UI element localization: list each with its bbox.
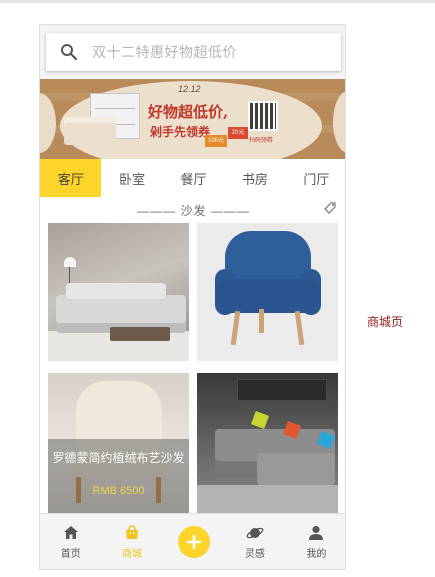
coffee-table-image bbox=[110, 327, 170, 341]
product-card-featured[interactable]: 罗德蒙简约植绒布艺沙发 RMB 6500 bbox=[48, 373, 189, 513]
search-placeholder[interactable]: 双十二特惠好物超低价 bbox=[92, 42, 237, 62]
qr-code-label: 扫码领券 bbox=[249, 138, 274, 144]
tab-entrance[interactable]: 门厅 bbox=[286, 159, 345, 197]
banner-slogan-line2: 剁手先领券 bbox=[150, 125, 211, 139]
nav-profile[interactable]: 我的 bbox=[286, 514, 345, 569]
wall-shelf-image bbox=[237, 379, 327, 401]
product-name: 罗德蒙简约植绒布艺沙发 bbox=[52, 451, 185, 465]
nav-label: 商城 bbox=[122, 549, 143, 560]
rug-image bbox=[197, 485, 338, 513]
product-card[interactable] bbox=[197, 373, 338, 513]
pillow-image bbox=[251, 411, 269, 429]
search-icon bbox=[61, 44, 78, 61]
page-annotation: 商城页 bbox=[367, 315, 404, 329]
banner-coupon-1: 100元 bbox=[205, 135, 227, 147]
banner-towels-image bbox=[64, 123, 116, 145]
window-top-bar bbox=[0, 0, 435, 3]
plus-icon bbox=[186, 534, 201, 550]
section-header: ——— 沙发 ——— bbox=[40, 197, 345, 221]
banner-coupon-2: 20元 bbox=[228, 127, 248, 139]
phone-frame: 双十二特惠好物超低价 12.12 好物超低价, 剁手先领券 100元 20元 扫… bbox=[39, 24, 346, 570]
banner-date: 12.12 bbox=[178, 84, 201, 94]
banner-slogan-line1: 好物超低价, bbox=[148, 103, 229, 121]
lamp-image bbox=[64, 257, 76, 267]
nav-home[interactable]: 首页 bbox=[40, 514, 101, 569]
category-tabs: 客厅 卧室 餐厅 书房 门厅 bbox=[40, 159, 345, 197]
sectional-chaise-image bbox=[257, 453, 335, 485]
chair-leg-image bbox=[259, 309, 264, 333]
product-card[interactable] bbox=[197, 223, 338, 361]
nav-label: 我的 bbox=[306, 549, 327, 560]
search-area: 双十二特惠好物超低价 bbox=[40, 25, 345, 79]
search-box[interactable]: 双十二特惠好物超低价 bbox=[46, 33, 341, 71]
chair-leg-image bbox=[230, 310, 241, 346]
banner-decor-left bbox=[40, 93, 56, 153]
tab-dining-room[interactable]: 餐厅 bbox=[163, 159, 224, 197]
nav-label: 首页 bbox=[60, 549, 81, 560]
plus-button[interactable] bbox=[177, 526, 210, 558]
product-price: RMB 6500 bbox=[92, 485, 145, 497]
user-icon bbox=[309, 525, 324, 540]
shop-icon bbox=[126, 525, 139, 539]
section-title: ——— 沙发 ——— bbox=[137, 204, 250, 218]
chair-leg-image bbox=[294, 310, 305, 346]
tab-study[interactable]: 书房 bbox=[224, 159, 285, 197]
qr-code-icon bbox=[248, 101, 278, 131]
tag-icon[interactable] bbox=[323, 201, 337, 215]
armchair-seat-image bbox=[217, 279, 319, 313]
nav-label: 灵感 bbox=[244, 549, 265, 560]
promo-banner[interactable]: 12.12 好物超低价, 剁手先领券 100元 20元 扫码领券 bbox=[40, 79, 345, 159]
tab-living-room[interactable]: 客厅 bbox=[40, 159, 102, 197]
planet-icon bbox=[246, 527, 264, 539]
home-icon bbox=[63, 526, 78, 539]
nav-shop[interactable]: 商城 bbox=[101, 514, 162, 569]
tab-bedroom[interactable]: 卧室 bbox=[101, 159, 162, 197]
nav-add[interactable] bbox=[163, 514, 224, 569]
bottom-nav: 首页 商城 灵感 我的 bbox=[40, 513, 345, 569]
nav-inspiration[interactable]: 灵感 bbox=[224, 514, 285, 569]
product-grid: 罗德蒙简约植绒布艺沙发 RMB 6500 bbox=[40, 221, 345, 541]
product-card[interactable] bbox=[48, 223, 189, 361]
